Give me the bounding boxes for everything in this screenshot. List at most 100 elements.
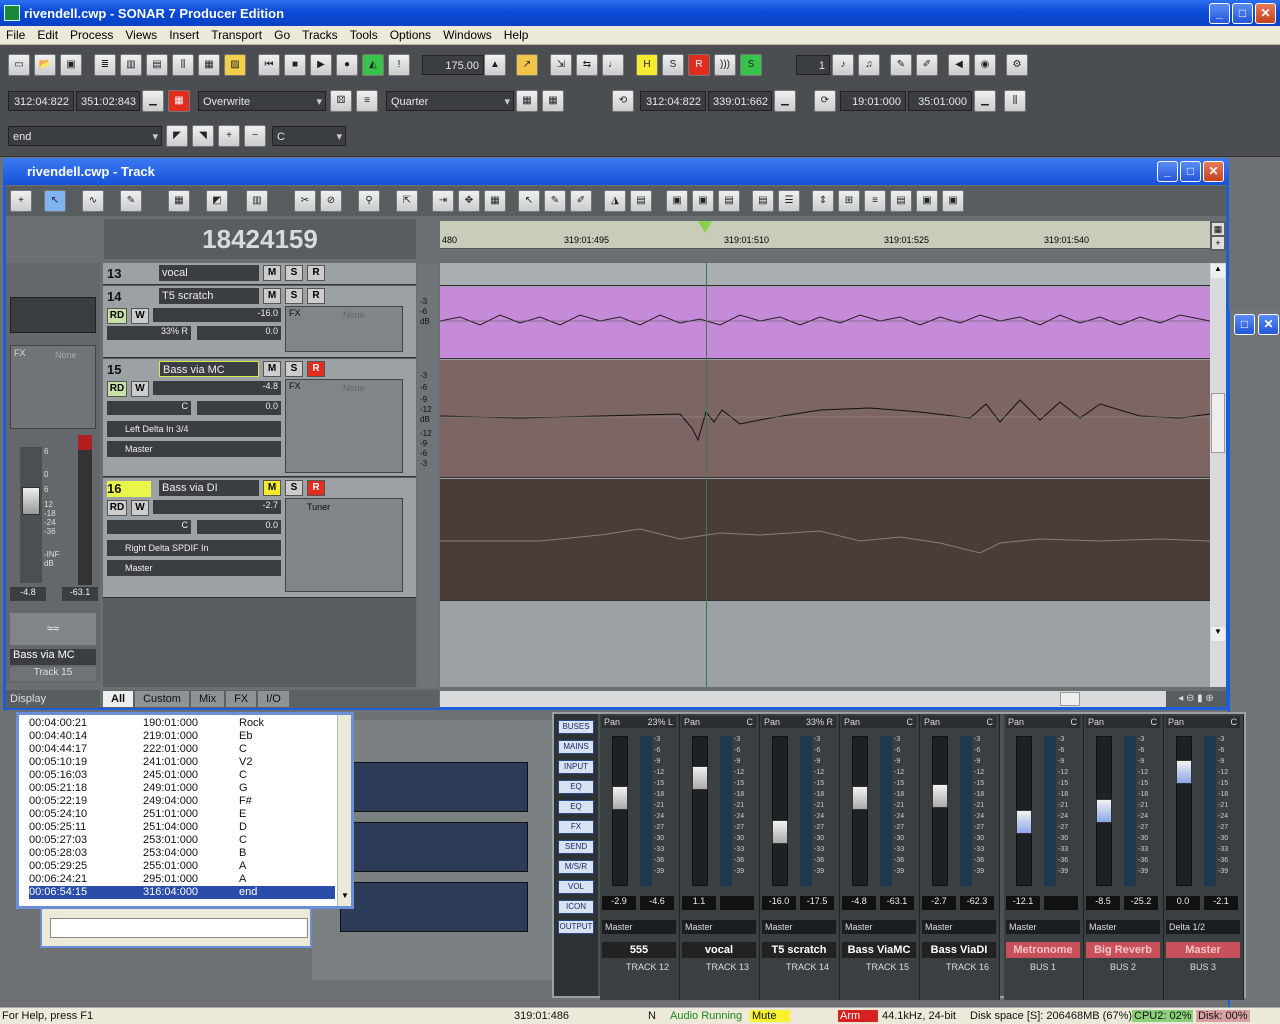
tab-all[interactable]: All bbox=[103, 691, 134, 707]
edit-tempo-icon[interactable]: ✐ bbox=[570, 190, 592, 212]
volume-fader[interactable] bbox=[772, 736, 788, 886]
read-automation-button[interactable]: RD bbox=[107, 500, 127, 516]
menu-insert[interactable]: Insert bbox=[163, 28, 205, 42]
bg-maximize-button[interactable]: □ bbox=[1234, 314, 1255, 335]
channel-strip[interactable]: Pan C -3 -6 -9 -12 -15 -18 -21 -24 -27 -30 -33 -36 -39… bbox=[1004, 714, 1084, 1000]
tab-custom[interactable]: Custom bbox=[135, 691, 189, 707]
display-select[interactable]: Display bbox=[6, 690, 100, 708]
arm-button[interactable]: R bbox=[307, 480, 325, 496]
markers-list[interactable]: 00:04:00:21 190:01:000 Rock 00:04:40:14 219:… bbox=[16, 712, 354, 909]
scroll-up-icon[interactable]: ▲ bbox=[1211, 264, 1225, 278]
list-icon[interactable]: ☰ bbox=[778, 190, 800, 212]
console-send-button[interactable]: SEND bbox=[558, 840, 594, 854]
pan-control[interactable]: Pan C bbox=[1006, 716, 1080, 728]
bg-input-field[interactable] bbox=[50, 918, 308, 938]
select-tool-icon[interactable]: ↖ bbox=[44, 190, 66, 212]
tab-io[interactable]: I/O bbox=[258, 691, 289, 707]
write-automation-button[interactable]: W bbox=[131, 500, 149, 516]
output-select[interactable]: Master bbox=[602, 920, 676, 934]
track-14[interactable]: 14 T5 scratch M S R RD W -16.0 33% R 0.0… bbox=[103, 286, 416, 358]
edit-mode-select[interactable]: Overwrite bbox=[198, 91, 326, 112]
pan-slider[interactable]: C bbox=[107, 520, 191, 534]
grid-icon[interactable]: ▦ bbox=[168, 190, 190, 212]
marker-remove-icon[interactable]: − bbox=[244, 125, 266, 147]
menu-transport[interactable]: Transport bbox=[205, 28, 268, 42]
menu-process[interactable]: Process bbox=[64, 28, 119, 42]
output-select[interactable]: Master bbox=[762, 920, 836, 934]
console-m-s-r-button[interactable]: M/S/R bbox=[558, 860, 594, 874]
minimize-button[interactable]: _ bbox=[1209, 3, 1230, 24]
arm-button[interactable]: R bbox=[307, 265, 325, 281]
track-name-field[interactable]: Bass via DI bbox=[159, 480, 259, 496]
pan-control[interactable]: Pan C bbox=[1166, 716, 1240, 728]
snap-resolution-select[interactable]: Quarter bbox=[386, 91, 514, 112]
punch-set-icon[interactable]: ▁ bbox=[974, 90, 996, 112]
loop-end-display[interactable]: 339:01:662 bbox=[708, 91, 772, 111]
clips-pane[interactable] bbox=[439, 263, 1211, 687]
sync-icon[interactable]: S bbox=[740, 54, 762, 76]
output-select[interactable]: Master bbox=[107, 560, 281, 576]
view-options-icon[interactable]: ▤ bbox=[630, 190, 652, 212]
explorer-icon[interactable]: ▨ bbox=[224, 54, 246, 76]
output-select[interactable]: Master bbox=[1006, 920, 1080, 934]
marker-prev-icon[interactable]: ◤ bbox=[166, 125, 188, 147]
show-clips-icon[interactable]: ▤ bbox=[718, 190, 740, 212]
console-eq-plot-button[interactable]: EQ PLOT bbox=[558, 780, 594, 803]
channel-strip[interactable]: Pan C -3 -6 -9 -12 -15 -18 -21 -24 -27 -30 -33 -36 -39… bbox=[1084, 714, 1164, 1000]
mute-button[interactable]: M bbox=[263, 361, 281, 377]
grid-lines-icon[interactable]: ▦ bbox=[484, 190, 506, 212]
output-select[interactable]: Delta 1/2 bbox=[1166, 920, 1240, 934]
insert-track-icon[interactable]: + bbox=[10, 190, 32, 212]
volume-value[interactable]: -8.5 bbox=[1086, 896, 1120, 910]
metronome-tool-icon[interactable]: ◮ bbox=[604, 190, 626, 212]
console-fx-button[interactable]: FX bbox=[558, 820, 594, 834]
solo-button[interactable]: S bbox=[285, 265, 303, 281]
console-icon-button[interactable]: ICON bbox=[558, 900, 594, 914]
strip-name[interactable]: Metronome bbox=[1006, 942, 1080, 958]
scissors-icon[interactable]: ✂ bbox=[294, 190, 316, 212]
output-select[interactable]: Master bbox=[842, 920, 916, 934]
channel-strip[interactable]: Pan 33% R -3 -6 -9 -12 -15 -18 -21 -24 -27 -30 -33 -3… bbox=[760, 714, 840, 1000]
snap-options-icon[interactable]: ▦ bbox=[542, 90, 564, 112]
marker-next-icon[interactable]: ◥ bbox=[192, 125, 214, 147]
draw-tool-icon[interactable]: ✎ bbox=[120, 190, 142, 212]
marker-row[interactable]: 00:05:29:25 255:01:000 A bbox=[29, 860, 335, 873]
volume-fader[interactable] bbox=[612, 736, 628, 886]
volume-fader[interactable] bbox=[1176, 736, 1192, 886]
track-name-field[interactable]: vocal bbox=[159, 265, 259, 281]
input-echo-icon[interactable]: ))) bbox=[714, 54, 736, 76]
zoom-fit-icon[interactable]: ◩ bbox=[206, 190, 228, 212]
strip-name[interactable]: Bass ViaMC bbox=[842, 942, 916, 958]
track-name-field[interactable]: T5 scratch bbox=[159, 288, 259, 304]
bg-clip-1[interactable] bbox=[340, 762, 528, 812]
pan-control[interactable]: Pan C bbox=[682, 716, 756, 728]
selection-icon[interactable]: ▁ bbox=[142, 90, 164, 112]
track-fx-bin[interactable] bbox=[285, 379, 403, 473]
audio-snap-icon[interactable]: ⇱ bbox=[396, 190, 418, 212]
loop-set-icon[interactable]: ▁ bbox=[774, 90, 796, 112]
audio-engine-icon[interactable]: ⇆ bbox=[576, 54, 598, 76]
mute-button[interactable]: M bbox=[263, 288, 281, 304]
menu-windows[interactable]: Windows bbox=[437, 28, 498, 42]
scroll-thumb[interactable] bbox=[1211, 393, 1225, 453]
close-button[interactable]: ✕ bbox=[1255, 3, 1276, 24]
fit-tracks-icon[interactable]: ▣ bbox=[666, 190, 688, 212]
marker-row[interactable]: 00:05:28:03 253:04:000 B bbox=[29, 847, 335, 860]
inspector-fx-bin[interactable]: FX None bbox=[10, 345, 96, 429]
marker-row[interactable]: 00:05:21:18 249:01:000 G bbox=[29, 782, 335, 795]
punch-icon[interactable]: ⟳ bbox=[814, 90, 836, 112]
fader-cap[interactable] bbox=[852, 786, 868, 810]
strip-name[interactable]: Bass ViaDI bbox=[922, 942, 996, 958]
edit-grid-icon[interactable]: ✐ bbox=[916, 54, 938, 76]
new-file-icon[interactable]: ▭ bbox=[8, 54, 30, 76]
mute-button[interactable]: M bbox=[263, 480, 281, 496]
pan-control[interactable]: Pan 33% R bbox=[762, 716, 836, 728]
input-monitor-icon[interactable]: ♩ bbox=[602, 54, 624, 76]
snap-grid-icon[interactable]: ▦ bbox=[516, 90, 538, 112]
track-maximize-button[interactable]: □ bbox=[1180, 161, 1201, 182]
speaker-icon[interactable]: ◀ bbox=[948, 54, 970, 76]
console-mains-button[interactable]: MAINS bbox=[558, 740, 594, 754]
trim-slider[interactable]: 0.0 bbox=[197, 520, 281, 534]
tab-fx[interactable]: FX bbox=[226, 691, 257, 707]
volume-value[interactable]: -16.0 bbox=[762, 896, 796, 910]
